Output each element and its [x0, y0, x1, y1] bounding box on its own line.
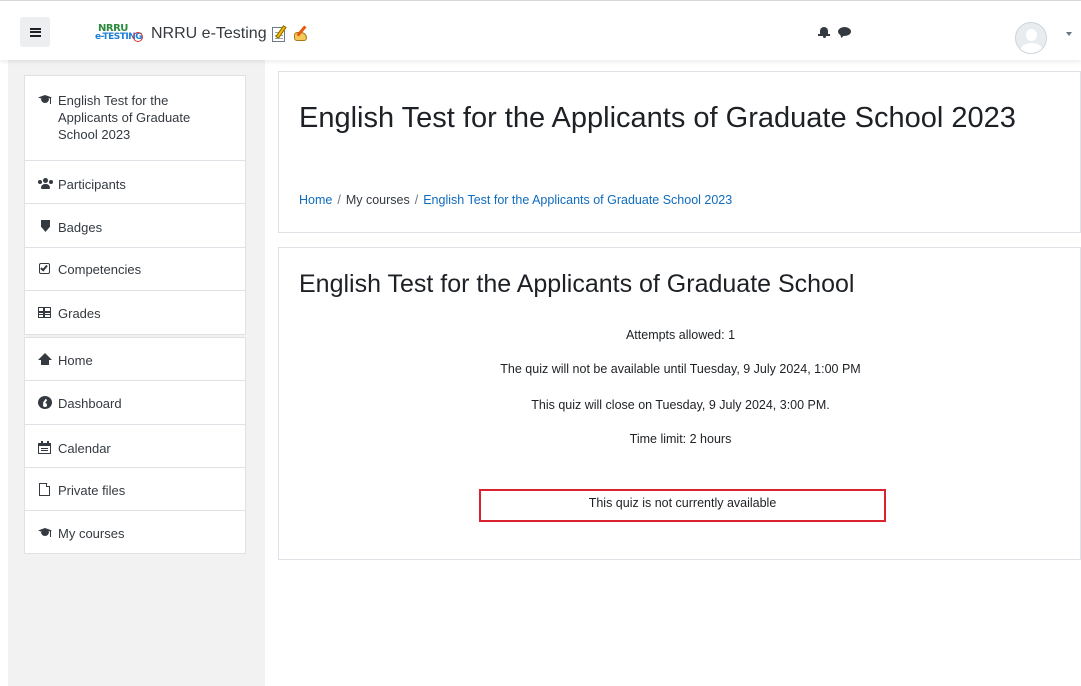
drawer-toggle-button[interactable] [20, 17, 50, 47]
nav-item-my-courses[interactable]: My courses [25, 511, 245, 553]
home-icon [38, 353, 52, 366]
nav-item-calendar[interactable]: Calendar [25, 425, 245, 468]
nav-item-home[interactable]: Home [25, 338, 245, 381]
nav-item-dashboard[interactable]: Dashboard [25, 381, 245, 425]
graduation-cap-icon [38, 526, 52, 539]
quiz-unavailable-notice: This quiz is not currently available [479, 489, 886, 522]
calendar-icon [38, 441, 52, 454]
course-nav-group: English Test for the Applicants of Gradu… [24, 75, 246, 335]
dashboard-icon [38, 396, 52, 409]
breadcrumb: Home / My courses / English Test for the App… [299, 193, 733, 207]
page-header: English Test for the Applicants of Gradu… [278, 71, 1081, 233]
graduation-cap-icon [38, 93, 52, 106]
nav-item-course[interactable]: English Test for the Applicants of Gradu… [25, 76, 245, 161]
breadcrumb-course[interactable]: English Test for the Applicants of Gradu… [423, 193, 732, 207]
memo-icon [271, 25, 289, 43]
shield-icon [38, 220, 52, 233]
nav-item-grades[interactable]: Grades [25, 291, 245, 334]
quiz-close-time: This quiz will close on Tuesday, 9 July … [531, 398, 830, 412]
site-name: NRRU e-Testing [151, 25, 267, 42]
page-title: English Test for the Applicants of Gradu… [299, 102, 1016, 134]
top-navbar: NRRU e-TESTING NRRU e-Testing [0, 0, 1081, 60]
messages-chat-icon[interactable] [838, 27, 852, 39]
quiz-open-time: The quiz will not be available until Tue… [500, 362, 861, 376]
quiz-time-limit: Time limit: 2 hours [629, 432, 732, 446]
user-menu-caret-icon[interactable] [1066, 32, 1072, 36]
users-icon [38, 177, 53, 190]
table-icon [38, 306, 52, 319]
breadcrumb-home[interactable]: Home [299, 193, 332, 207]
hamburger-icon [29, 27, 41, 37]
file-icon [38, 483, 52, 496]
site-logo: NRRU e-TESTING [95, 23, 143, 42]
breadcrumb-my-courses: My courses [345, 193, 410, 207]
nav-item-participants[interactable]: Participants [25, 161, 245, 204]
nav-item-private-files[interactable]: Private files [25, 468, 245, 511]
nav-item-competencies[interactable]: Competencies [25, 248, 245, 291]
user-avatar[interactable] [1015, 22, 1047, 54]
site-nav-group: Home Dashboard Calendar Private files My… [24, 337, 246, 554]
check-square-icon [38, 262, 52, 275]
quiz-title: English Test for the Applicants of Gradu… [299, 270, 855, 298]
attempts-allowed: Attempts allowed: 1 [625, 328, 736, 342]
nav-item-badges[interactable]: Badges [25, 204, 245, 248]
site-brand[interactable]: NRRU e-TESTING NRRU e-Testing [95, 23, 310, 45]
nav-drawer: English Test for the Applicants of Gradu… [8, 60, 265, 686]
writing-hand-icon [292, 25, 310, 43]
quiz-info-card: English Test for the Applicants of Gradu… [278, 247, 1081, 560]
notifications-bell-icon[interactable] [818, 26, 830, 38]
